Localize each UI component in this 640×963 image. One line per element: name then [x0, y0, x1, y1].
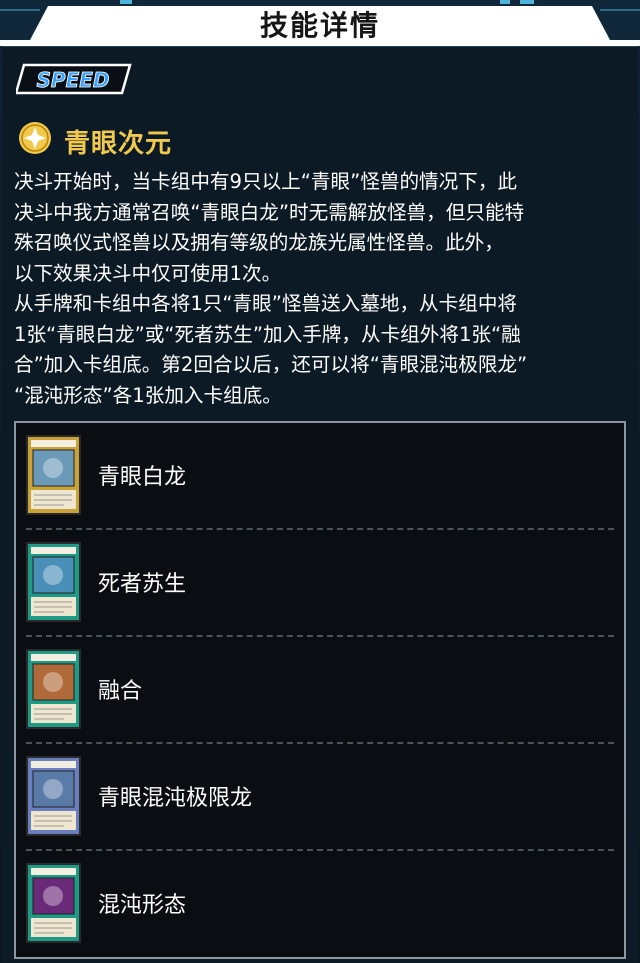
skill-description-line: 决斗开始时，当卡组中有9只以上“青眼”怪兽的情况下，此	[14, 170, 518, 193]
skill-name: 青眼次元	[64, 129, 173, 159]
skill-description-line: “混沌形态”各1张加入卡组底。	[14, 383, 282, 407]
card-list-item[interactable]: 青眼混沌极限龙	[16, 744, 624, 851]
skill-panel: SPEED 青眼次元 决斗开始时，当卡组中有9只以上“青眼”怪兽的情况下，此 决斗…	[2, 46, 638, 963]
card-list-item[interactable]: 死者苏生	[16, 530, 624, 637]
skill-description-line: 从手牌和卡组中各将1只“青眼”怪兽送入墓地，从卡组中将	[14, 292, 518, 315]
skill-description-line: 以下效果决斗中仅可使用1次。	[14, 261, 282, 285]
skill-description-line: 决斗中我方通常召唤“青眼白龙”时无需解放怪兽，但只能特	[14, 200, 525, 224]
skill-description: 决斗开始时，当卡组中有9只以上“青眼”怪兽的情况下，此 决斗中我方通常召唤“青眼白…	[14, 167, 624, 411]
skill-detail-screen: 技能详情 SPEED 青眼次元 决斗开始时，当卡组中有9只以上“青眼”怪兽的情况…	[0, 0, 640, 963]
speed-badge-label: SPEED	[37, 68, 110, 92]
speed-badge-graphic: SPEED	[14, 63, 132, 95]
card-list-item[interactable]: 青眼白龙	[16, 423, 624, 530]
card-name: 融合	[98, 679, 143, 704]
card-list-item[interactable]: 混沌形态	[16, 851, 624, 958]
related-cards-list: 青眼白龙死者苏生融合青眼混沌极限龙 混沌形态	[14, 421, 626, 959]
page-title: 技能详情	[259, 9, 380, 42]
chaos-form-card-icon[interactable]	[26, 863, 81, 943]
card-name: 死者苏生	[98, 572, 187, 597]
blue-eyes-chaos-max-dragon-card-icon[interactable]	[26, 756, 81, 836]
blue-eyes-white-dragon-card-icon[interactable]	[26, 435, 81, 515]
skill-description-line: 1张“青眼白龙”或“死者苏生”加入手牌，从卡组外将1张“融	[14, 322, 521, 346]
skill-description-line: 合”加入卡组底。第2回合以后，还可以将“青眼混沌极限龙”	[14, 353, 528, 376]
polymerization-card-icon[interactable]	[26, 649, 81, 729]
monster-reborn-card-icon[interactable]	[26, 542, 81, 622]
star-coin-icon	[18, 121, 52, 155]
header-bar: 技能详情	[0, 0, 640, 46]
card-name: 混沌形态	[98, 893, 187, 918]
skill-description-line: 殊召唤仪式怪兽以及拥有等级的龙族光属性怪兽。此外，	[14, 231, 504, 254]
card-name: 青眼混沌极限龙	[98, 786, 253, 811]
speed-duel-badge: SPEED	[14, 63, 132, 99]
card-list-item[interactable]: 融合	[16, 637, 624, 744]
card-name: 青眼白龙	[98, 465, 187, 490]
